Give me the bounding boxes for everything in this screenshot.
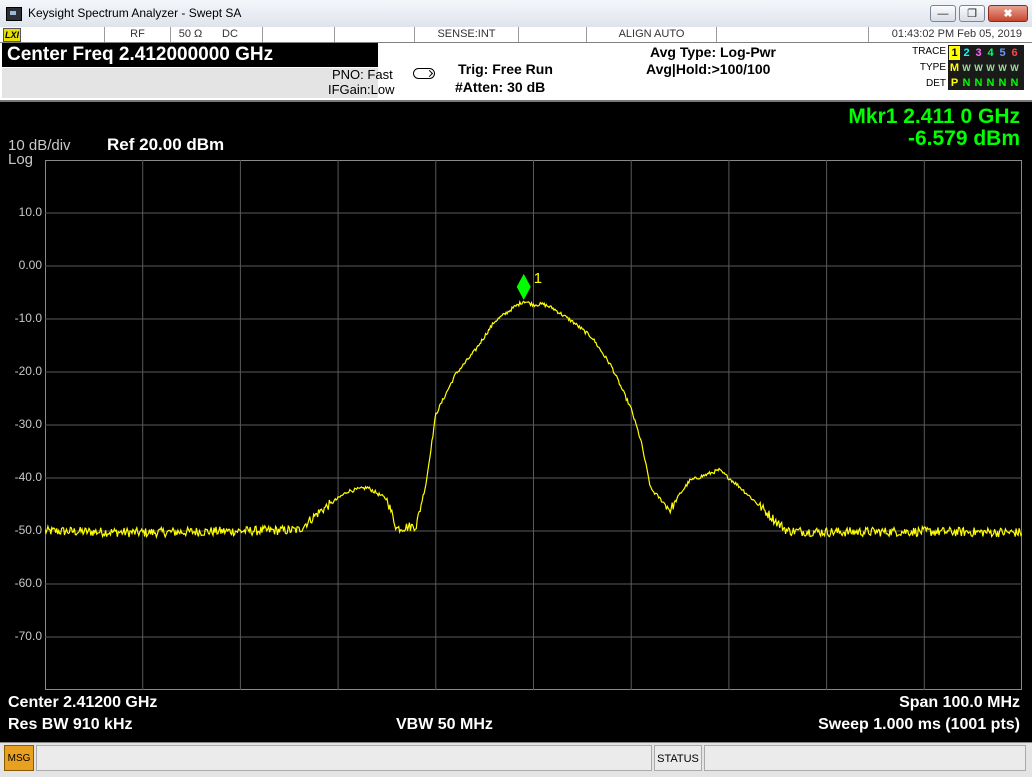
y-tick-label: -20.0 bbox=[14, 364, 42, 378]
y-tick-label: -50.0 bbox=[14, 523, 42, 537]
vbw-footer[interactable]: VBW 50 MHz bbox=[396, 716, 493, 734]
marker-1-diamond bbox=[516, 273, 531, 300]
trace-number-5: 5 bbox=[999, 47, 1006, 59]
y-tick-label: -60.0 bbox=[14, 576, 42, 590]
msg-indicator[interactable]: MSG bbox=[4, 745, 34, 771]
scale-type: Log bbox=[8, 151, 34, 168]
y-tick-label: -70.0 bbox=[14, 629, 42, 643]
divider bbox=[518, 27, 586, 42]
trace-type-row: MWWWWW bbox=[949, 61, 1023, 75]
trace-label: TRACE bbox=[912, 46, 946, 57]
coupling-indicator: DC bbox=[222, 28, 238, 40]
y-tick-label: 0.00 bbox=[18, 258, 42, 272]
trace-det-row: PNNNNN bbox=[949, 76, 1023, 90]
impedance-indicator: 50 Ω bbox=[170, 27, 210, 42]
sense-indicator: SENSE:INT bbox=[414, 27, 518, 42]
restore-button[interactable]: ❐ bbox=[959, 5, 985, 22]
sweep-footer[interactable]: Sweep 1.000 ms (1001 pts) bbox=[818, 716, 1020, 734]
timestamp: 01:43:02 PM Feb 05, 2019 bbox=[868, 27, 1032, 42]
trigger-setting: Trig: Free Run bbox=[458, 61, 553, 77]
marker-1-label: 1 bbox=[534, 270, 542, 287]
avg-hold-setting: Avg|Hold:>100/100 bbox=[646, 61, 771, 77]
det-label: DET bbox=[926, 78, 946, 89]
trace-det-1: P bbox=[950, 77, 959, 89]
trace-det-5: N bbox=[998, 77, 1007, 89]
marker-frequency-readout: Mkr1 2.411 0 GHz bbox=[848, 105, 1020, 128]
trace-number-2: 2 bbox=[963, 47, 970, 59]
trace-number-1: 1 bbox=[949, 46, 960, 60]
window-title-bar: Keysight Spectrum Analyzer - Swept SA — … bbox=[0, 0, 1032, 28]
marker-amplitude-readout: -6.579 dBm bbox=[907, 127, 1020, 150]
status-indicator[interactable]: STATUS bbox=[654, 745, 702, 771]
message-area bbox=[36, 745, 652, 771]
pno-setting: PNO: Fast bbox=[332, 67, 393, 82]
app-icon bbox=[6, 7, 22, 21]
y-tick-label: -30.0 bbox=[14, 417, 42, 431]
attenuation-setting: #Atten: 30 dB bbox=[455, 79, 546, 95]
grid-lines bbox=[45, 160, 1022, 690]
trace-det-4: N bbox=[986, 77, 995, 89]
window-title: Keysight Spectrum Analyzer - Swept SA bbox=[28, 6, 242, 20]
y-tick-label: -40.0 bbox=[14, 470, 42, 484]
align-indicator: ALIGN AUTO bbox=[586, 27, 716, 42]
minimize-button[interactable]: — bbox=[930, 5, 956, 22]
ref-level-readout[interactable]: Ref 20.00 dBm bbox=[107, 135, 224, 155]
trace-number-6: 6 bbox=[1011, 47, 1018, 59]
trace-det-3: N bbox=[974, 77, 983, 89]
divider bbox=[716, 27, 868, 42]
marker-1: 1 bbox=[516, 270, 542, 300]
trace-type-5: W bbox=[998, 63, 1007, 73]
status-area bbox=[704, 745, 1026, 771]
settings-subpanel bbox=[2, 68, 378, 98]
span-footer[interactable]: Span 100.0 MHz bbox=[899, 694, 1020, 712]
message-bar: MSG STATUS bbox=[0, 742, 1032, 777]
divider bbox=[262, 27, 334, 42]
trace-number-4: 4 bbox=[987, 47, 994, 59]
divider bbox=[334, 27, 414, 42]
trace-status-grid[interactable]: 123456 MWWWWW PNNNNN bbox=[948, 45, 1024, 90]
trace-number-3: 3 bbox=[975, 47, 982, 59]
trace-type-4: W bbox=[986, 63, 995, 73]
trace-type-6: W bbox=[1010, 63, 1019, 73]
center-freq-readout[interactable]: Center Freq 2.412000000 GHz bbox=[2, 43, 378, 67]
spectrum-graticule[interactable]: 1 bbox=[45, 160, 1022, 690]
trace-number-row: 123456 bbox=[949, 46, 1023, 60]
trace-type-3: W bbox=[974, 63, 983, 73]
close-button[interactable]: ✖ bbox=[988, 5, 1028, 22]
trace-type-1: M bbox=[949, 62, 960, 74]
type-label: TYPE bbox=[919, 62, 946, 73]
y-tick-label: 10.0 bbox=[18, 205, 42, 219]
center-frequency-footer[interactable]: Center 2.41200 GHz bbox=[8, 694, 157, 712]
avg-type-setting: Avg Type: Log-Pwr bbox=[650, 44, 776, 60]
trace-det-2: N bbox=[962, 77, 971, 89]
status-strip: LXI RF 50 Ω DC SENSE:INT ALIGN AUTO 01:4… bbox=[0, 27, 1032, 43]
pno-toggle-icon[interactable] bbox=[413, 68, 435, 79]
lxi-icon: LXI bbox=[3, 28, 21, 42]
trace-type-2: W bbox=[962, 63, 971, 73]
trace-det-6: N bbox=[1010, 77, 1019, 89]
rbw-footer[interactable]: Res BW 910 kHz bbox=[8, 716, 133, 734]
rf-indicator: RF bbox=[104, 27, 170, 42]
ifgain-setting: IFGain:Low bbox=[328, 82, 395, 97]
y-tick-label: -10.0 bbox=[14, 311, 42, 325]
